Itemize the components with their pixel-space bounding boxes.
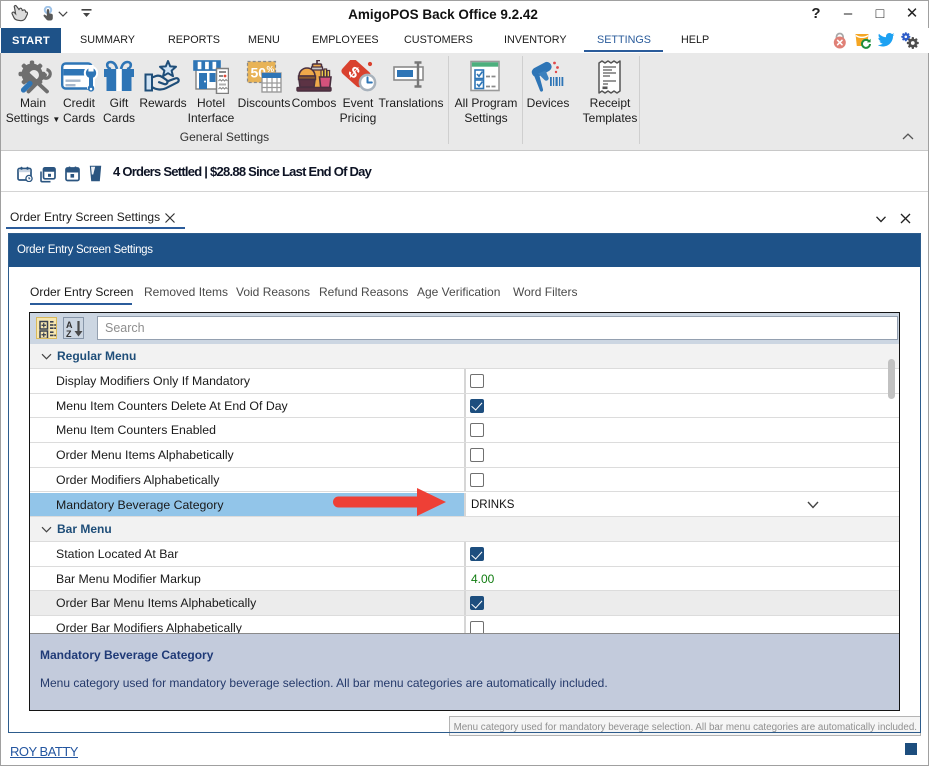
- svg-text:Z: Z: [66, 329, 72, 339]
